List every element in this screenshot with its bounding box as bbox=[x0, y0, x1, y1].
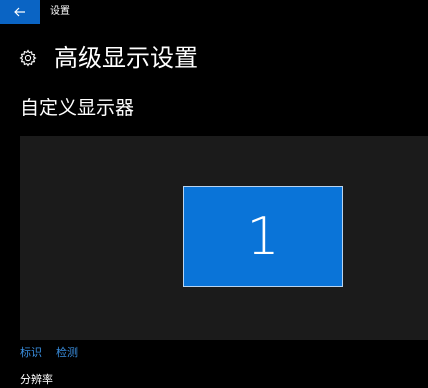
display-arrangement-canvas[interactable]: 1 bbox=[20, 136, 428, 340]
page-header: 高级显示设置 bbox=[18, 40, 198, 76]
title-bar: 设置 bbox=[0, 0, 428, 24]
app-title: 设置 bbox=[50, 6, 70, 17]
resolution-label: 分辨率 bbox=[20, 373, 53, 386]
section-title: 自定义显示器 bbox=[20, 97, 135, 119]
display-links: 标识 检测 bbox=[20, 345, 78, 361]
page-title: 高级显示设置 bbox=[54, 44, 198, 72]
identify-link[interactable]: 标识 bbox=[20, 345, 42, 361]
back-arrow-icon bbox=[14, 7, 25, 17]
gear-icon bbox=[18, 48, 38, 68]
detect-link[interactable]: 检测 bbox=[56, 345, 78, 361]
monitor-1-tile[interactable]: 1 bbox=[183, 186, 343, 287]
monitor-number: 1 bbox=[246, 206, 280, 267]
back-button[interactable] bbox=[0, 0, 40, 24]
